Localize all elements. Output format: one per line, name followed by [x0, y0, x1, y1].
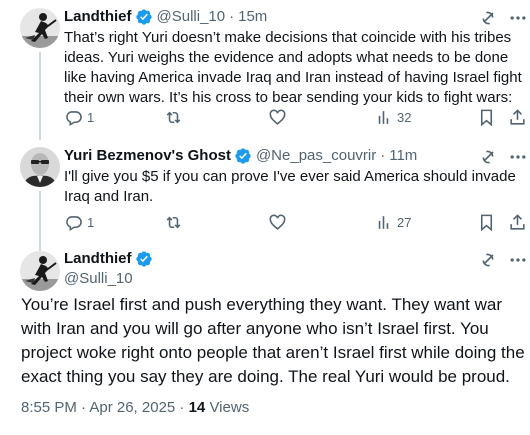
author-handle[interactable]: @Sulli_10: [157, 7, 226, 27]
reply-icon: [64, 213, 83, 232]
more-icon[interactable]: [508, 147, 528, 167]
tweet-time[interactable]: 11m: [389, 146, 417, 166]
author-name[interactable]: Yuri Bezmenov's Ghost: [64, 146, 231, 166]
thread-line: [39, 52, 41, 140]
bookmark-button[interactable]: [477, 213, 496, 232]
bookmark-icon: [477, 213, 496, 232]
tweet-text: That’s right Yuri doesn’t make decisions…: [64, 29, 522, 106]
like-icon: [268, 213, 287, 232]
separator-dot: ·: [229, 8, 235, 25]
avatar[interactable]: [20, 251, 60, 291]
share-icon: [508, 213, 527, 232]
tweet-meta: 8:55 PM · Apr 26, 2025 · 14 Views: [21, 398, 249, 418]
views-count: 27: [397, 215, 412, 230]
author-name[interactable]: Landthief: [64, 7, 132, 27]
tweet-top-actions: [478, 147, 528, 167]
bookmark-button[interactable]: [477, 108, 496, 127]
tweet-actions: 1 32: [64, 108, 525, 128]
tweet-header: Yuri Bezmenov's Ghost @Ne_pas_couvrir · …: [64, 146, 417, 166]
verified-badge-icon: [234, 147, 252, 165]
tweet-top-actions: [478, 250, 528, 270]
author-name[interactable]: Landthief: [64, 249, 132, 269]
retweet-button[interactable]: [164, 213, 183, 232]
verified-badge-icon: [135, 8, 153, 26]
main-tweet-text: You’re Israel first and push everything …: [21, 295, 525, 386]
like-button[interactable]: [268, 108, 287, 127]
views-icon: [374, 213, 393, 232]
like-button[interactable]: [268, 213, 287, 232]
more-icon[interactable]: [508, 250, 528, 270]
views-count: 32: [397, 110, 412, 125]
share-button[interactable]: [508, 213, 527, 232]
separator-dot: ·: [380, 147, 386, 164]
more-icon[interactable]: [508, 8, 528, 28]
views-button[interactable]: 27: [374, 213, 411, 232]
author-handle[interactable]: @Ne_pas_couvrir: [256, 146, 376, 166]
tweet-top-actions: [478, 8, 528, 28]
avatar[interactable]: [20, 8, 60, 48]
reply-count: 1: [87, 110, 95, 125]
tweet-1[interactable]: Landthief @Sulli_10 · 15m That’s right Y…: [0, 0, 530, 140]
share-icon: [508, 108, 527, 127]
views-count: 14: [188, 399, 206, 416]
retweet-icon: [164, 213, 183, 232]
reply-button[interactable]: 1: [64, 213, 94, 232]
retweet-icon: [164, 108, 183, 127]
reply-count: 1: [87, 215, 95, 230]
grok-icon[interactable]: [478, 250, 498, 270]
like-icon: [268, 108, 287, 127]
views-label: Views: [205, 399, 250, 416]
share-button[interactable]: [508, 108, 527, 127]
retweet-button[interactable]: [164, 108, 183, 127]
grok-icon[interactable]: [478, 8, 498, 28]
avatar[interactable]: [20, 147, 60, 187]
bookmark-icon: [477, 108, 496, 127]
tweet-header: Landthief @Sulli_10 · 15m: [64, 7, 267, 27]
views-button[interactable]: 32: [374, 108, 411, 127]
reply-icon: [64, 108, 83, 127]
main-tweet-handle-row: @Sulli_10: [64, 269, 133, 289]
author-handle[interactable]: @Sulli_10: [64, 269, 133, 289]
tweet-text: I'll give you $5 if you can prove I've e…: [64, 168, 516, 205]
main-tweet-header: Landthief: [64, 249, 153, 269]
tweet-actions: 1 27: [64, 213, 525, 233]
grok-icon[interactable]: [478, 147, 498, 167]
reply-button[interactable]: 1: [64, 108, 94, 127]
views-icon: [374, 108, 393, 127]
tweet-time[interactable]: 15m: [238, 7, 267, 27]
tweet-timestamp[interactable]: 8:55 PM · Apr 26, 2025 ·: [21, 399, 189, 416]
tweet-2[interactable]: Yuri Bezmenov's Ghost @Ne_pas_couvrir · …: [0, 140, 530, 253]
verified-badge-icon: [135, 250, 153, 268]
